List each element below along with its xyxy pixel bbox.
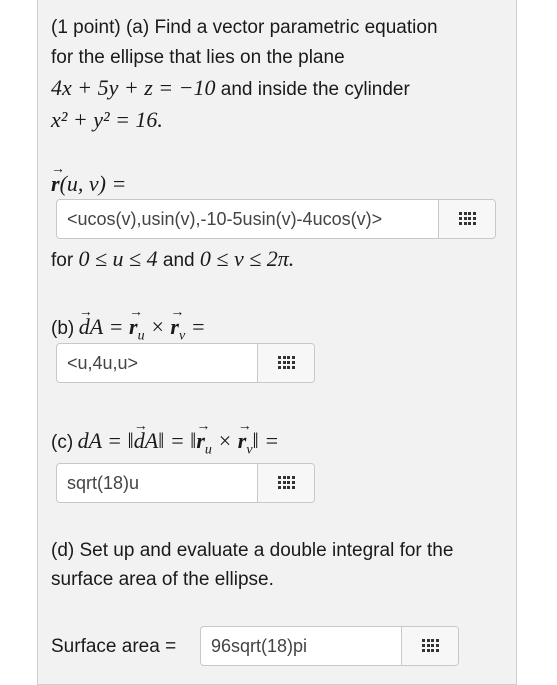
range-and: and <box>157 250 200 271</box>
part-d-line-2: surface area of the ellipse. <box>51 569 274 590</box>
answer-d-keypad-button[interactable] <box>401 627 458 665</box>
range-for: for <box>51 250 79 271</box>
grid-keypad-icon <box>278 476 295 489</box>
answer-a-keypad-button[interactable] <box>438 200 495 238</box>
intro-line-2: for the ellipse that lies on the plane <box>51 47 345 68</box>
answer-b-field[interactable]: <u,4u,u> <box>56 343 315 383</box>
answer-c-field[interactable]: sqrt(18)u <box>56 463 315 503</box>
answer-c-value[interactable]: sqrt(18)u <box>67 473 139 494</box>
answer-a-value[interactable]: <ucos(v),usin(v),-10-5usin(v)-4ucos(v)> <box>67 209 382 230</box>
answer-c-keypad-button[interactable] <box>257 464 314 502</box>
surface-area-label: Surface area = <box>51 636 177 657</box>
grid-keypad-icon <box>459 212 476 225</box>
range-v: 0 ≤ v ≤ 2π. <box>199 246 295 271</box>
part-c-line: (c) dA = ‖dA‖ = ‖ru × rv‖ = <box>51 413 279 464</box>
answer-d-value[interactable]: 96sqrt(18)pi <box>211 636 307 657</box>
answer-b-value[interactable]: <u,4u,u> <box>67 353 138 374</box>
plane-tail: and inside the cylinder <box>215 79 410 100</box>
intro-line-1: (1 point) (a) Find a vector parametric e… <box>51 17 438 38</box>
cylinder-equation: x² + y² = 16. <box>51 107 163 132</box>
part-b-label: (b) <box>51 318 75 339</box>
plane-equation: 4x + 5y + z = −10 <box>51 75 216 100</box>
r-uv-label: r(u, v) = <box>51 156 126 198</box>
range-u: 0 ≤ u ≤ 4 <box>78 246 158 271</box>
answer-a-field[interactable]: <ucos(v),usin(v),-10-5usin(v)-4ucos(v)> <box>56 199 496 239</box>
grid-keypad-icon <box>278 356 295 369</box>
answer-d-field[interactable]: 96sqrt(18)pi <box>200 626 459 666</box>
part-c-equation: dA = ‖dA‖ = ‖ru × rv‖ = <box>78 413 279 457</box>
part-b-equation: dA = ru × rv = <box>79 299 206 343</box>
part-c-label: (c) <box>51 432 74 453</box>
problem-panel: (1 point) (a) Find a vector parametric e… <box>37 0 517 685</box>
range-line: for 0 ≤ u ≤ 4 and 0 ≤ v ≤ 2π. <box>51 245 294 275</box>
grid-keypad-icon <box>422 639 439 652</box>
answer-b-keypad-button[interactable] <box>257 344 314 382</box>
plane-line: 4x + 5y + z = −10 and inside the cylinde… <box>51 74 410 104</box>
part-d-line-1: (d) Set up and evaluate a double integra… <box>51 540 454 561</box>
